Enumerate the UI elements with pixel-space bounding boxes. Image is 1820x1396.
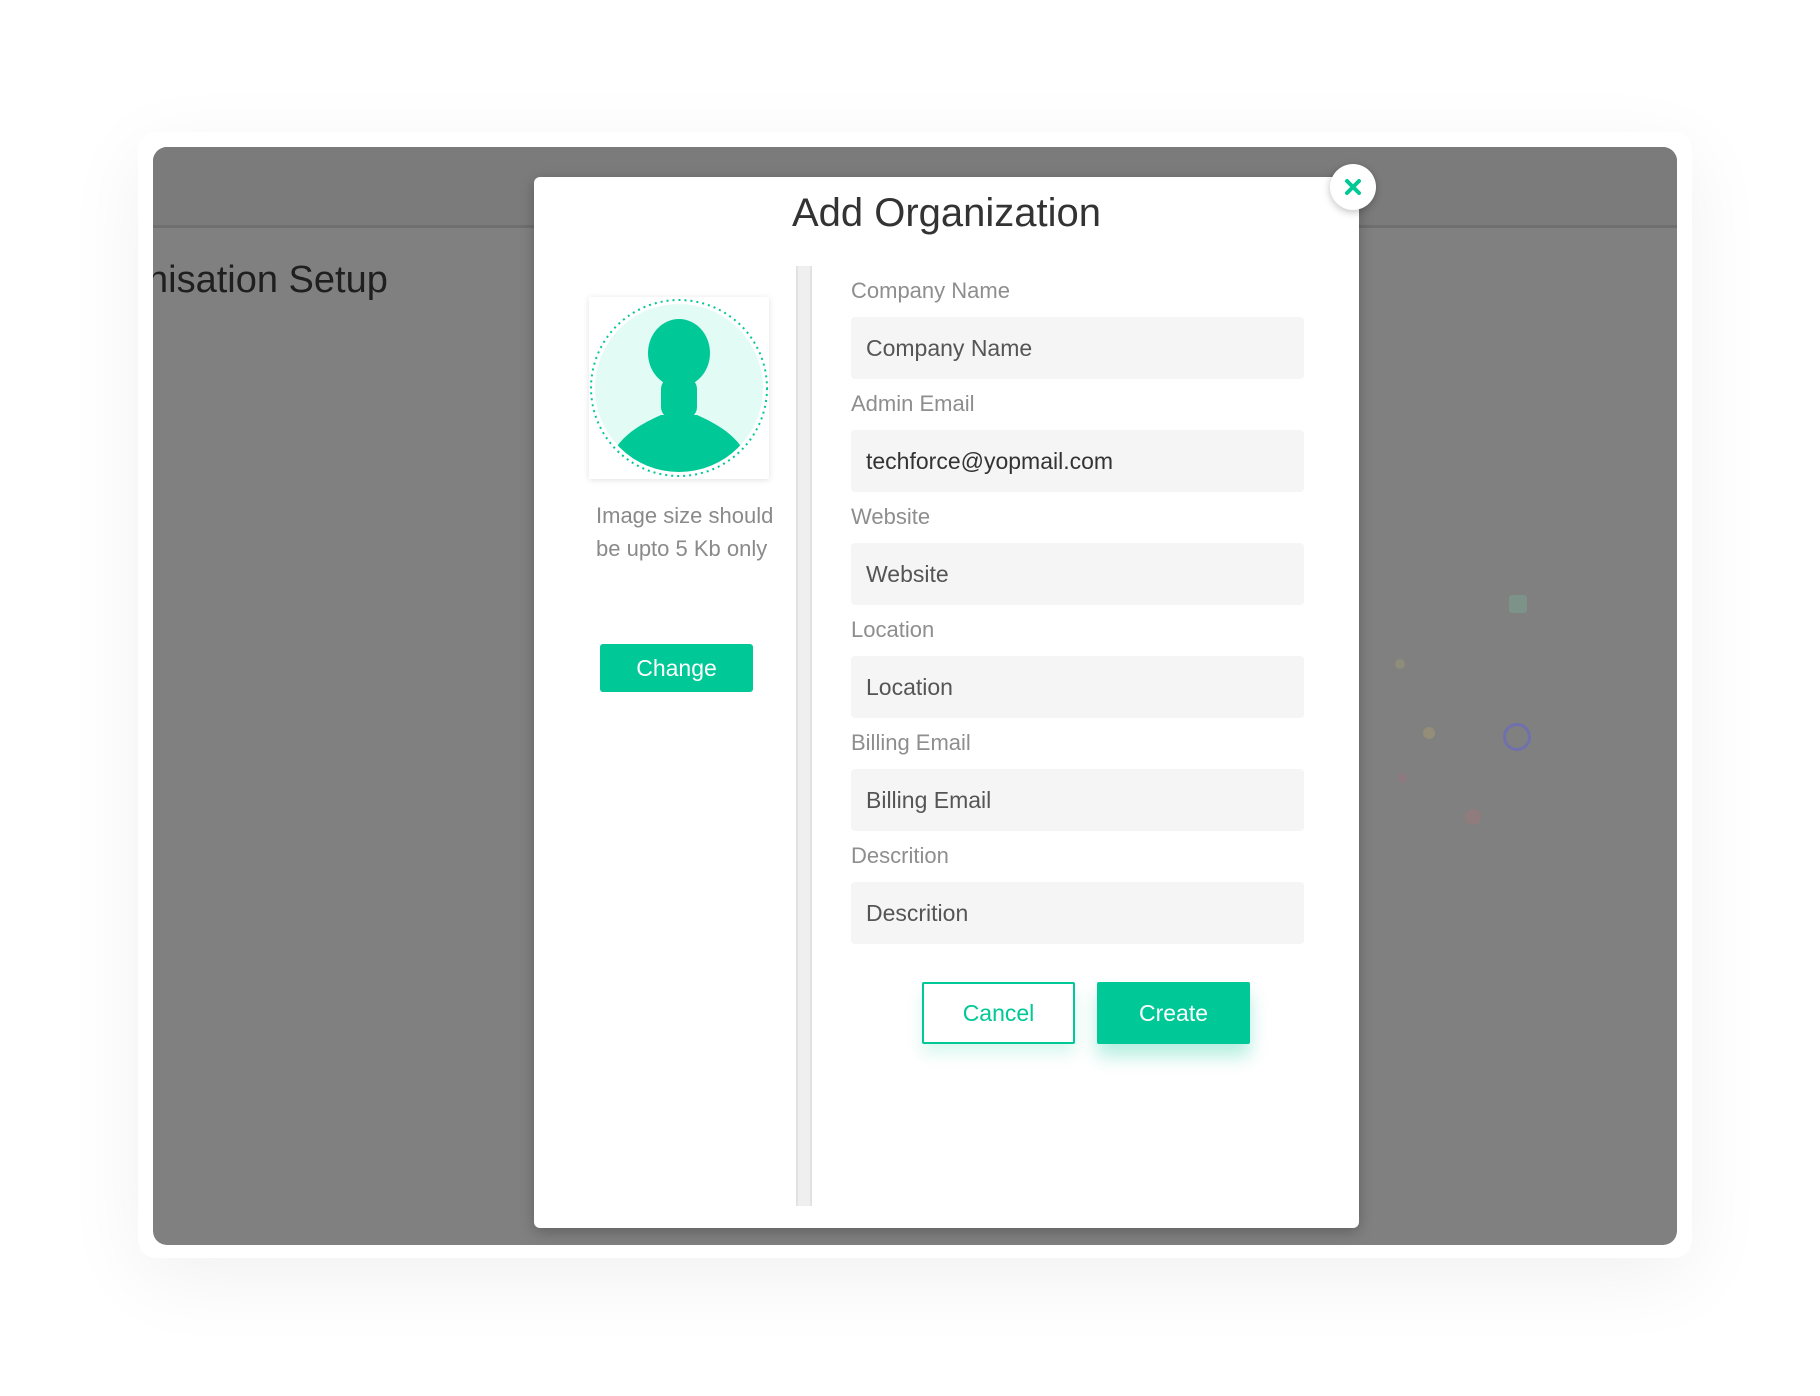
company-name-label: Company Name <box>851 278 1010 303</box>
vertical-divider <box>796 266 812 1206</box>
avatar-preview <box>589 297 769 479</box>
description-label: Descrition <box>851 843 949 868</box>
close-modal-button[interactable] <box>1330 164 1376 210</box>
image-size-hint: Image size should be upto 5 Kb only <box>596 503 774 561</box>
decorative-dot <box>1465 809 1481 825</box>
user-silhouette-icon <box>590 299 768 477</box>
close-x-icon <box>1345 179 1361 195</box>
decorative-dot <box>1395 659 1405 669</box>
description-input[interactable] <box>851 882 1304 944</box>
cancel-button[interactable]: Cancel <box>922 982 1075 1044</box>
admin-email-input[interactable] <box>851 430 1304 492</box>
page-title: nisation Setup <box>153 259 388 301</box>
location-label: Location <box>851 617 935 642</box>
billing-email-input[interactable] <box>851 769 1304 831</box>
change-image-button[interactable]: Change <box>600 644 753 692</box>
website-input[interactable] <box>851 543 1304 605</box>
create-button[interactable]: Create <box>1097 982 1250 1044</box>
decorative-dot <box>1423 727 1435 739</box>
company-name-input[interactable] <box>851 317 1304 379</box>
modal-title: Add Organization <box>791 191 1102 235</box>
location-input[interactable] <box>851 656 1304 718</box>
add-organization-modal: Add Organization Image size should be up… <box>534 177 1359 1228</box>
decorative-dot <box>1509 595 1527 613</box>
website-label: Website <box>851 504 931 529</box>
admin-email-label: Admin Email <box>851 391 975 416</box>
billing-email-label: Billing Email <box>851 730 971 755</box>
decorative-ring <box>1503 723 1531 751</box>
decorative-dot <box>1397 773 1407 783</box>
